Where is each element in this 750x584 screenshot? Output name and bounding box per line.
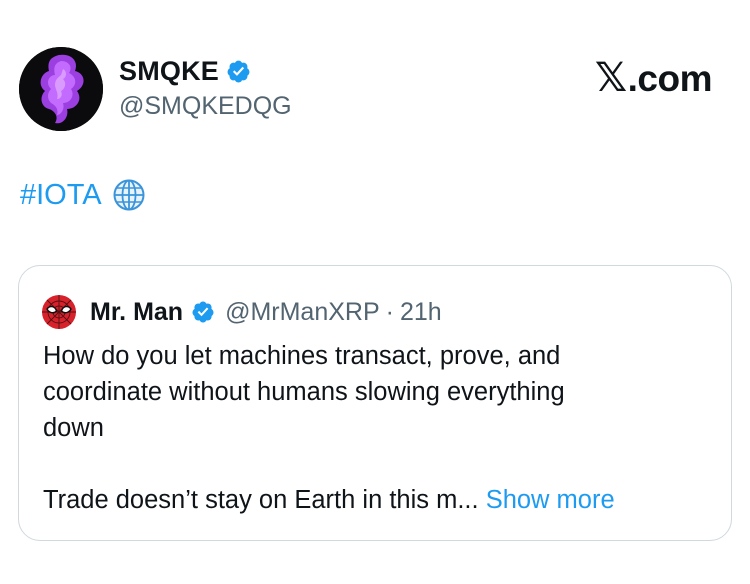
spiderman-avatar-icon[interactable] <box>41 294 77 330</box>
tweet-screenshot: SMQKE @SMQKEDQG 𝕏 .com #IOTA Mr. Man @Mr… <box>0 0 750 584</box>
verified-badge-icon <box>191 300 215 324</box>
show-more-link[interactable]: Show more <box>486 486 615 514</box>
purple-smoke-avatar-icon <box>19 47 103 131</box>
quoted-text-truncated-line: Trade doesn’t stay on Earth in this m...… <box>43 482 713 518</box>
quoted-truncated-text: Trade doesn’t stay on Earth in this m... <box>43 486 479 514</box>
author-handle[interactable]: @SMQKEDQG <box>119 92 292 121</box>
quoted-tweet-header: Mr. Man @MrManXRP · 21h <box>41 294 442 330</box>
quoted-author-handle[interactable]: @MrManXRP <box>225 298 380 327</box>
author-avatar[interactable] <box>19 47 103 131</box>
meta-separator: · <box>385 297 394 326</box>
x-logo-icon: 𝕏 <box>594 56 627 100</box>
verified-badge-icon <box>226 59 251 84</box>
site-domain-text: .com <box>627 58 713 99</box>
quoted-text-line: down <box>43 414 104 442</box>
author-name-text: SMQKE <box>119 56 220 86</box>
quoted-tweet-card[interactable]: Mr. Man @MrManXRP · 21h How do you let m… <box>18 265 732 541</box>
hashtag-link[interactable]: #IOTA <box>20 179 102 212</box>
author-name[interactable]: SMQKE <box>119 56 251 87</box>
quoted-tweet-time[interactable]: 21h <box>400 298 442 327</box>
quoted-author-name[interactable]: Mr. Man <box>90 298 183 327</box>
quoted-text-line: How do you let machines transact, prove,… <box>43 342 561 370</box>
quoted-text-line: coordinate without humans slowing everyt… <box>43 378 565 406</box>
quoted-tweet-body: How do you let machines transact, prove,… <box>43 338 713 518</box>
x-com-logo: 𝕏 .com <box>594 55 713 101</box>
tweet-text: #IOTA <box>20 178 146 212</box>
globe-icon <box>112 178 146 212</box>
